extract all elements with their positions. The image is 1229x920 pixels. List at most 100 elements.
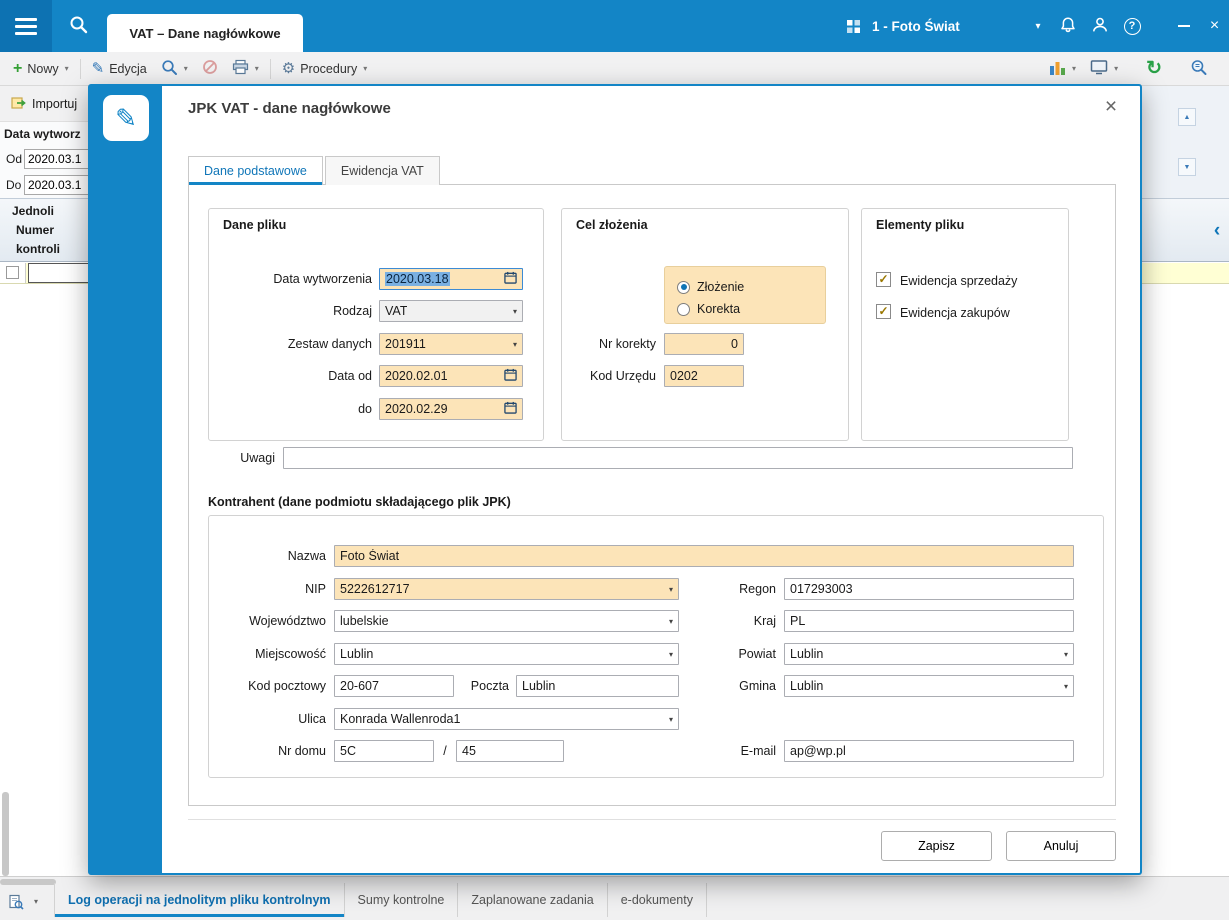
bottom-tab-sumy-kontrolne[interactable]: Sumy kontrolne [345, 883, 459, 917]
nip-select[interactable]: 5222612717 ▾ [334, 578, 679, 600]
bottom-tab-label: Sumy kontrolne [357, 893, 445, 907]
filter-do-input[interactable] [24, 175, 90, 195]
collapse-panel-button[interactable]: ‹ [1206, 218, 1228, 244]
poczta-label: Poczta [470, 679, 509, 693]
grid-focused-cell[interactable] [28, 263, 96, 283]
search-tool-button[interactable]: ▾ [154, 55, 195, 83]
zestaw-danych-select[interactable]: 201911 ▾ [379, 333, 523, 355]
tab-dane-podstawowe[interactable]: Dane podstawowe [188, 156, 323, 185]
new-button[interactable]: + Nowy ▾ [6, 55, 76, 83]
close-icon: × [1209, 17, 1220, 34]
view-settings-button[interactable]: ▾ [1083, 55, 1125, 83]
help-button[interactable]: ? [1118, 0, 1146, 52]
search-icon [69, 15, 88, 37]
nr-korekty-field[interactable] [664, 333, 744, 355]
row-checkbox[interactable] [6, 266, 19, 279]
kod-urzedu-field[interactable] [664, 365, 744, 387]
radio-unselected-icon [677, 302, 690, 316]
uwagi-input[interactable] [283, 447, 1073, 469]
scroll-up-button[interactable]: ▲ [1178, 108, 1196, 126]
cancel-button[interactable]: Anuluj [1006, 831, 1116, 861]
cel-radio-group: Złożenie Korekta [664, 266, 826, 324]
calendar-icon[interactable] [504, 271, 517, 287]
minimize-button[interactable] [1170, 0, 1198, 52]
window-tab-vat[interactable]: VAT – Dane nagłówkowe [107, 14, 303, 52]
save-button[interactable]: Zapisz [881, 831, 992, 861]
checkbox-ewidencja-sprzedazy[interactable]: ✓ [876, 272, 891, 287]
minimize-icon [1178, 25, 1190, 27]
group-title: Cel złożenia [576, 218, 648, 232]
radio-label: Korekta [697, 302, 741, 316]
bottom-bar: ▾ Log operacji na jednolitym pliku kontr… [0, 876, 1229, 920]
wojewodztwo-select[interactable]: lubelskie ▾ [334, 610, 679, 632]
data-do-field[interactable]: 2020.02.29 [379, 398, 523, 420]
chevron-down-icon[interactable]: ▾ [1028, 0, 1048, 52]
filter-od-label: Od [6, 152, 23, 166]
main-toolbar: + Nowy ▾ ✎ Edycja ▾ ▾ ⚙ Procedury ▾ ▾ ▾ … [0, 52, 1229, 86]
search-grid-button[interactable] [1183, 55, 1215, 83]
dialog-title: JPK VAT - dane nagłówkowe [188, 100, 391, 117]
nr-lokalu-input[interactable] [456, 740, 564, 762]
edit-label: Edycja [109, 61, 147, 76]
chevron-down-icon: ▾ [1114, 64, 1119, 73]
chart-button[interactable]: ▾ [1042, 55, 1083, 83]
nr-separator: / [443, 744, 447, 758]
import-button[interactable]: Importuj [4, 90, 84, 118]
kraj-input[interactable] [784, 610, 1074, 632]
calendar-icon[interactable] [504, 401, 517, 417]
bottom-tab-label: Log operacji na jednolitym pliku kontrol… [68, 893, 331, 907]
horizontal-scrollbar-thumb[interactable] [0, 879, 56, 885]
search-button[interactable] [56, 0, 100, 52]
checkbox-ewidencja-zakupow[interactable]: ✓ [876, 304, 891, 319]
print-button[interactable]: ▾ [225, 55, 266, 83]
company-selector[interactable]: 1 - Foto Świat [872, 0, 960, 52]
menu-button[interactable] [0, 0, 52, 52]
select-value: Lublin [790, 679, 824, 693]
poczta-input[interactable] [516, 675, 679, 697]
bottom-tab-log[interactable]: Log operacji na jednolitym pliku kontrol… [54, 883, 345, 917]
gmina-select[interactable]: Lublin ▾ [784, 675, 1074, 697]
radio-korekta[interactable]: Korekta [677, 298, 825, 320]
kod-pocztowy-input[interactable] [334, 675, 454, 697]
data-od-field[interactable]: 2020.02.01 [379, 365, 523, 387]
notifications-button[interactable] [1054, 0, 1082, 52]
tab-ewidencja-vat[interactable]: Ewidencja VAT [324, 156, 440, 185]
select-value: Lublin [790, 647, 824, 661]
data-wytworzenia-field[interactable]: 2020.03.18 [379, 268, 523, 290]
powiat-select[interactable]: Lublin ▾ [784, 643, 1074, 665]
regon-input[interactable] [784, 578, 1074, 600]
procedures-label: Procedury [300, 61, 358, 76]
bottom-tab-e-dokumenty[interactable]: e-dokumenty [608, 883, 707, 917]
ulica-label: Ulica [298, 712, 326, 726]
filter-od-input[interactable] [24, 149, 90, 169]
nr-domu-input[interactable] [334, 740, 434, 762]
radio-selected-icon [677, 280, 690, 294]
left-scrollbar-thumb[interactable] [2, 792, 9, 876]
ulica-select[interactable]: Konrada Wallenroda1 ▾ [334, 708, 679, 730]
top-bar: VAT – Dane nagłówkowe 1 - Foto Świat ▾ ?… [0, 0, 1229, 52]
zestaw-danych-label: Zestaw danych [287, 337, 372, 351]
apps-grid-icon[interactable] [840, 0, 866, 52]
nazwa-input[interactable] [334, 545, 1074, 567]
bottom-tab-label: Zaplanowane zadania [471, 893, 594, 907]
miejscowosc-select[interactable]: Lublin ▾ [334, 643, 679, 665]
calendar-icon[interactable] [504, 368, 517, 384]
tab-content: Dane pliku Data wytworzenia 2020.03.18 R… [188, 184, 1116, 806]
refresh-button[interactable]: ↻ [1139, 55, 1169, 83]
kod-urzedu-label: Kod Urzędu [589, 369, 656, 383]
edit-button[interactable]: ✎ Edycja [85, 55, 154, 83]
select-value: Lublin [340, 647, 374, 661]
bottom-tab-zaplanowane-zadania[interactable]: Zaplanowane zadania [458, 883, 608, 917]
close-window-button[interactable]: × [1200, 0, 1229, 52]
email-input[interactable] [784, 740, 1074, 762]
rodzaj-select[interactable]: VAT ▾ [379, 300, 523, 322]
chevron-down-icon[interactable]: ▾ [34, 897, 38, 906]
scroll-down-button[interactable]: ▼ [1178, 158, 1196, 176]
chevron-down-icon: ▾ [64, 64, 69, 73]
group-kontrahent: Nazwa NIP 5222612717 ▾ Regon Województwo… [208, 515, 1104, 778]
procedures-button[interactable]: ⚙ Procedury ▾ [275, 55, 374, 83]
log-icon[interactable] [8, 894, 24, 913]
radio-zlozenie[interactable]: Złożenie [677, 276, 825, 298]
user-button[interactable] [1086, 0, 1114, 52]
dialog-close-button[interactable]: × [1098, 94, 1124, 120]
